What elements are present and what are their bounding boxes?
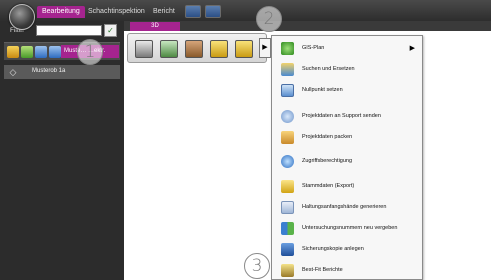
notes-icon[interactable]	[210, 40, 228, 58]
gis-plan-icon	[281, 42, 294, 55]
master-data-export-icon	[281, 180, 294, 193]
menu-item-label: Projektdaten an Support senden	[302, 113, 381, 119]
settings-icon[interactable]	[49, 46, 61, 58]
tree-item-label: Musterob 1a	[32, 68, 66, 74]
submenu-arrow-icon: ▶	[409, 45, 415, 52]
cube-icon[interactable]	[135, 40, 153, 58]
tools-toolbar	[127, 33, 267, 63]
house-icon[interactable]	[185, 40, 203, 58]
tab-bearbeitung[interactable]: Bearbeitung	[37, 6, 85, 18]
menu-item-renumber[interactable]: Untersuchungsnummern neu vergeben	[272, 219, 422, 238]
manhole-icon: ◇	[9, 67, 17, 77]
menu-item-best-fit[interactable]: Best-Fit Berichte	[272, 261, 422, 280]
menu-item-gis-plan[interactable]: GIS-Plan ▶	[272, 39, 422, 58]
menu-item-send-support[interactable]: Projektdaten an Support senden	[272, 107, 422, 126]
menu-item-label: Untersuchungsnummern neu vergeben	[302, 225, 398, 231]
menu-item-master-data-export[interactable]: Stammdaten (Export)	[272, 177, 422, 196]
generate-icon	[281, 201, 294, 214]
menu-item-label: Sicherungskopie anlegen	[302, 246, 364, 252]
ribbon-bar: Bearbeitung Schachtinspektion Bericht	[0, 0, 491, 30]
tree-item[interactable]: ◇ Musterob 1a	[4, 65, 120, 79]
filter-input[interactable]	[36, 25, 102, 36]
menu-item-label: Projektdaten packen	[302, 134, 353, 140]
document-icon[interactable]	[235, 40, 253, 58]
send-support-icon	[281, 110, 294, 123]
quick-access-globe-icon[interactable]	[185, 5, 201, 18]
menu-item-label: GIS-Plan	[302, 45, 325, 51]
pack-data-icon	[281, 131, 294, 144]
pipe-icon[interactable]	[160, 40, 178, 58]
best-fit-icon	[281, 264, 294, 277]
application-menu-button[interactable]	[9, 4, 35, 30]
backup-icon	[281, 243, 294, 256]
menu-item-pack-data[interactable]: Projektdaten packen	[272, 128, 422, 147]
menu-item-backup[interactable]: Sicherungskopie anlegen	[272, 240, 422, 259]
edit-icon[interactable]	[21, 46, 33, 58]
callout-3: 3	[244, 253, 270, 279]
tab-schachtinspektion[interactable]: Schachtinspektion	[88, 6, 145, 18]
refresh-icon[interactable]	[35, 46, 47, 58]
project-icon[interactable]	[7, 46, 19, 58]
filter-apply-icon[interactable]: ✓	[104, 24, 117, 37]
callout-1: 1	[77, 39, 103, 65]
tab-bericht[interactable]: Bericht	[153, 6, 175, 18]
menu-item-label: Stammdaten (Export)	[302, 183, 355, 189]
menu-item-label: Haltungsanfangshände generieren	[302, 204, 387, 210]
menu-item-zero-point[interactable]: Nullpunkt setzen	[272, 81, 422, 100]
view-tab-strip: 3D	[124, 21, 491, 31]
renumber-icon	[281, 222, 294, 235]
menu-item-search-replace[interactable]: Suchen und Ersetzen	[272, 60, 422, 79]
callout-2: 2	[256, 6, 282, 32]
more-tools-button[interactable]: ▶	[259, 38, 271, 58]
menu-item-label: Best-Fit Berichte	[302, 267, 343, 273]
menu-item-label: Nullpunkt setzen	[302, 87, 343, 93]
menu-item-label: Suchen und Ersetzen	[302, 66, 355, 72]
tools-dropdown-menu: GIS-Plan ▶ Suchen und Ersetzen Nullpunkt…	[271, 35, 423, 280]
zero-point-icon	[281, 84, 294, 97]
menu-item-generate[interactable]: Haltungsanfangshände generieren	[272, 198, 422, 217]
access-rights-icon	[281, 155, 294, 168]
menu-item-access-rights[interactable]: Zugriffsberechtigung	[272, 152, 422, 171]
project-sidebar: Filter ✓ Muste… …ektr. ◇ Musterob 1a	[0, 21, 124, 280]
menu-item-label: Zugriffsberechtigung	[302, 158, 353, 164]
tab-3d[interactable]: 3D	[130, 22, 180, 31]
quick-access-network-icon[interactable]	[205, 5, 221, 18]
application-window: Bearbeitung Schachtinspektion Bericht Fi…	[0, 0, 491, 280]
search-replace-icon	[281, 63, 294, 76]
